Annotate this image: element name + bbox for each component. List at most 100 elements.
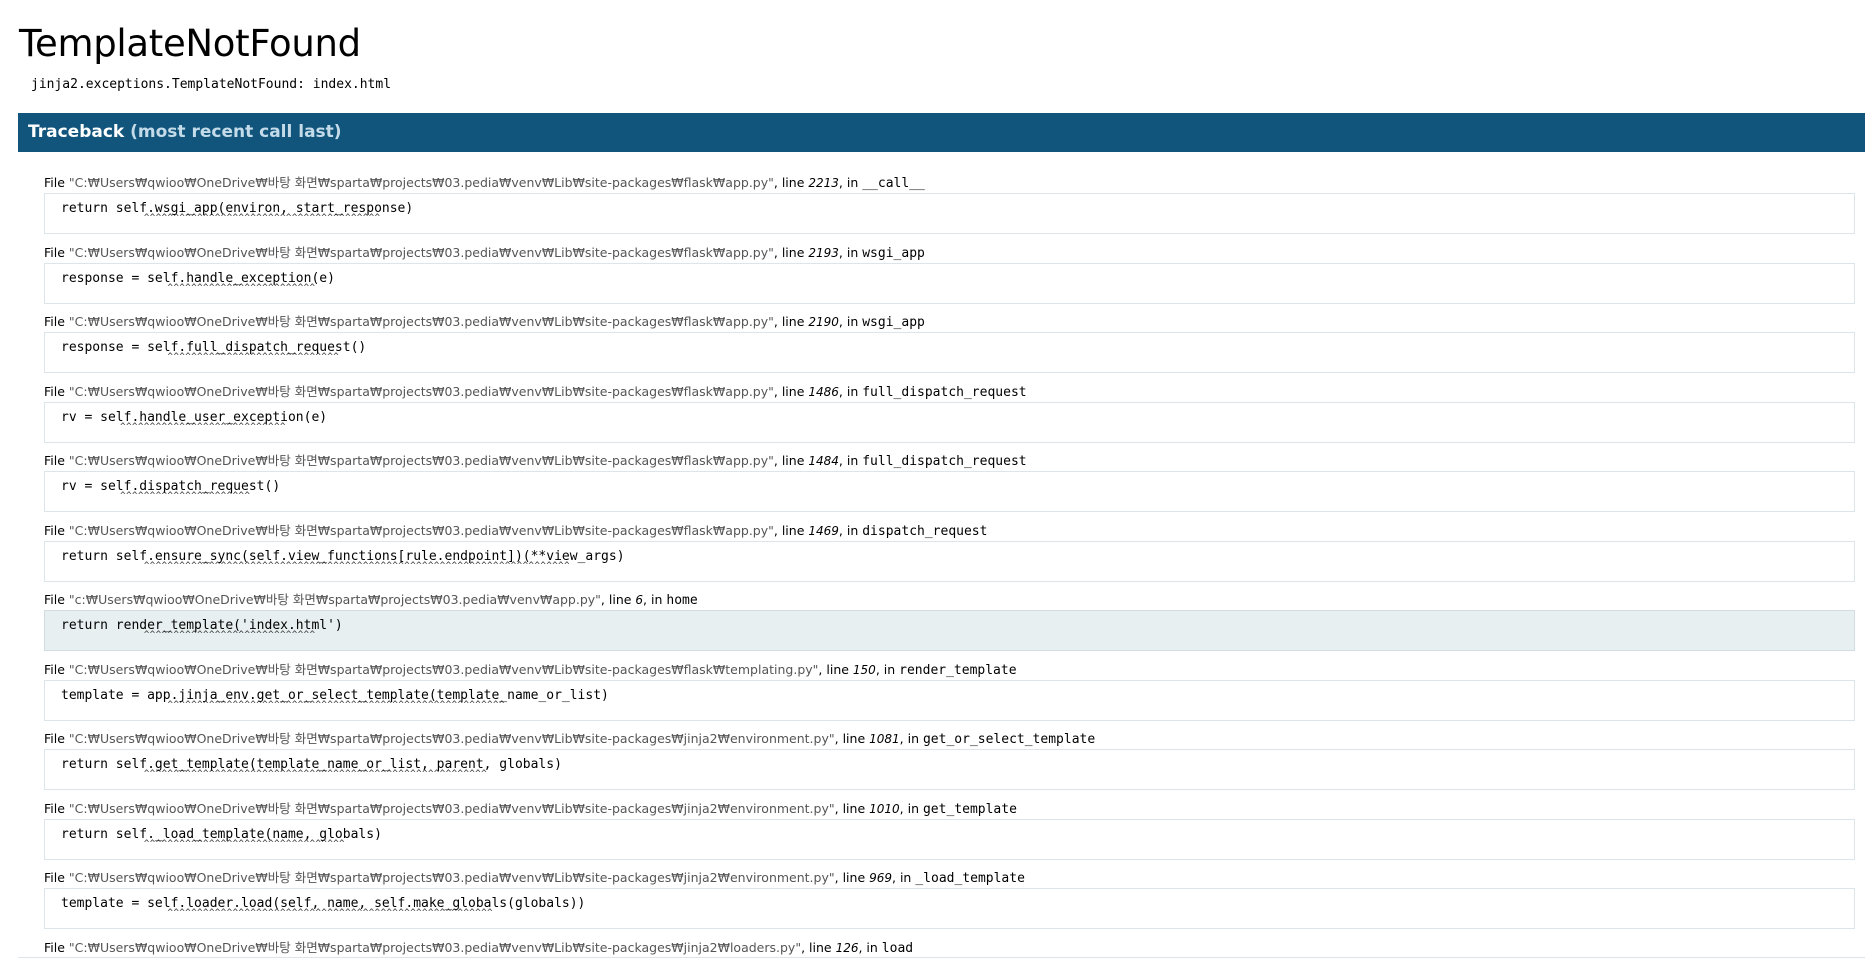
traceback-frame: File "C:₩Users₩qwioo₩OneDrive₩바탕 화면₩spar… <box>44 448 1856 518</box>
frame-location: File "C:₩Users₩qwioo₩OneDrive₩바탕 화면₩spar… <box>44 662 1017 678</box>
file-prefix: File <box>44 661 69 677</box>
function-name: full_dispatch_request <box>862 384 1027 400</box>
frame-filename[interactable]: "C:₩Users₩qwioo₩OneDrive₩바탕 화면₩sparta₩pr… <box>69 662 819 677</box>
line-label: , line <box>600 592 636 607</box>
file-prefix: File <box>44 314 69 329</box>
traceback-frame: File "C:₩Users₩qwioo₩OneDrive₩바탕 화면₩spar… <box>44 865 1856 935</box>
line-label: , line <box>773 175 809 190</box>
function-name: get_or_select_template <box>922 732 1096 747</box>
in-label: , in <box>892 870 916 885</box>
frame-location: File "C:₩Users₩qwioo₩OneDrive₩바탕 화면₩spar… <box>44 801 1017 817</box>
frame-filename[interactable]: "C:₩Users₩qwioo₩OneDrive₩바탕 화면₩sparta₩pr… <box>69 453 774 468</box>
line-number: 1469 <box>808 523 839 538</box>
traceback-frame: File "C:₩Users₩qwioo₩OneDrive₩바탕 화면₩spar… <box>44 379 1856 449</box>
source-line[interactable]: template = self.loader.load(self, name, … <box>44 888 1855 929</box>
frame-filename[interactable]: "C:₩Users₩qwioo₩OneDrive₩바탕 화면₩sparta₩pr… <box>69 940 801 955</box>
in-label: , in <box>838 314 863 329</box>
frame-filename[interactable]: "C:₩Users₩qwioo₩OneDrive₩바탕 화면₩sparta₩pr… <box>69 523 774 538</box>
file-prefix: File <box>44 870 69 885</box>
line-label: , line <box>818 661 853 677</box>
error-carets: ^^^^^^^^^^^^^^^^^^^^^^^^^^^^^^^^^^^^^^^^ <box>61 213 381 223</box>
line-number: 2190 <box>808 315 839 329</box>
source-line[interactable]: return self.get_template(template_name_o… <box>44 749 1855 790</box>
debugger-page: TemplateNotFound jinja2.exceptions.Templ… <box>0 0 1865 967</box>
frame-filename[interactable]: "C:₩Users₩qwioo₩OneDrive₩바탕 화면₩sparta₩pr… <box>69 870 835 885</box>
frame-filename[interactable]: "C:₩Users₩qwioo₩OneDrive₩바탕 화면₩sparta₩pr… <box>69 384 774 399</box>
in-label: , in <box>838 453 863 468</box>
function-name: wsgi_app <box>862 245 925 261</box>
traceback-frame: File "C:₩Users₩qwioo₩OneDrive₩바탕 화면₩spar… <box>44 170 1856 240</box>
error-message: jinja2.exceptions.TemplateNotFound: inde… <box>31 77 392 92</box>
frame-location: File "C:₩Users₩qwioo₩OneDrive₩바탕 화면₩spar… <box>44 314 925 330</box>
in-label: , in <box>858 939 882 955</box>
line-label: , line <box>801 939 836 955</box>
error-carets: ^^^^^^^^^^^^^^^^^^^^^^^^^^^^^^^^^^^^^^^^… <box>61 699 505 710</box>
line-number: 2213 <box>808 176 839 190</box>
in-label: , in <box>838 522 863 538</box>
traceback-frame: File "C:₩Users₩qwioo₩OneDrive₩바탕 화면₩spar… <box>44 796 1856 866</box>
in-label: , in <box>838 383 863 399</box>
file-prefix: File <box>44 592 69 607</box>
frame-location: File "C:₩Users₩qwioo₩OneDrive₩바탕 화면₩spar… <box>44 245 925 261</box>
file-prefix: File <box>44 522 69 538</box>
line-number: 1484 <box>808 454 839 468</box>
traceback-sub-label: (most recent call last) <box>130 122 342 142</box>
line-number: 126 <box>835 940 859 955</box>
function-name: __call__ <box>862 176 925 191</box>
error-carets: ^^^^^^^^^^^^^^^^^^^^^^^^^^^^^ <box>61 352 340 362</box>
in-label: , in <box>838 175 863 190</box>
frame-location: File "C:₩Users₩qwioo₩OneDrive₩바탕 화면₩spar… <box>44 175 925 191</box>
file-prefix: File <box>44 383 69 399</box>
traceback-label: Traceback <box>28 122 125 142</box>
source-line[interactable]: return self.ensure_sync(self.view_functi… <box>44 540 1855 582</box>
error-carets: ^^^^^^^^^^^^^^^^^^^^^^ <box>61 491 251 501</box>
in-label: , in <box>899 731 923 746</box>
traceback-header[interactable]: Traceback (most recent call last) <box>18 113 1865 152</box>
error-carets: ^^^^^^^^^^^^^^^^^^^^^^^^^^^^ <box>61 421 286 432</box>
line-label: , line <box>773 383 809 399</box>
bottom-edge <box>0 958 1865 967</box>
frame-location: File "C:₩Users₩qwioo₩OneDrive₩바탕 화면₩spar… <box>44 870 1025 886</box>
line-number: 6 <box>635 593 644 607</box>
traceback-frame: File "C:₩Users₩qwioo₩OneDrive₩바탕 화면₩spar… <box>44 518 1856 588</box>
file-prefix: File <box>44 731 69 746</box>
traceback-frame: File "C:₩Users₩qwioo₩OneDrive₩바탕 화면₩spar… <box>44 309 1856 379</box>
in-label: , in <box>838 244 863 260</box>
frame-filename[interactable]: "C:₩Users₩qwioo₩OneDrive₩바탕 화면₩sparta₩pr… <box>69 245 774 260</box>
frame-filename[interactable]: "C:₩Users₩qwioo₩OneDrive₩바탕 화면₩sparta₩pr… <box>69 314 774 329</box>
function-name: home <box>666 593 698 608</box>
frame-filename[interactable]: "c:₩Users₩qwioo₩OneDrive₩바탕 화면₩sparta₩pr… <box>69 592 601 607</box>
frame-location: File "C:₩Users₩qwioo₩OneDrive₩바탕 화면₩spar… <box>44 731 1095 747</box>
source-line[interactable]: response = self.full_dispatch_request() … <box>44 332 1855 373</box>
traceback-frame: File "C:₩Users₩qwioo₩OneDrive₩바탕 화면₩spar… <box>44 726 1856 796</box>
file-prefix: File <box>44 800 69 816</box>
source-line[interactable]: response = self.handle_exception(e) ^^^^… <box>44 262 1855 304</box>
file-prefix: File <box>44 244 69 260</box>
frame-filename[interactable]: "C:₩Users₩qwioo₩OneDrive₩바탕 화면₩sparta₩pr… <box>69 731 835 746</box>
source-line[interactable]: rv = self.dispatch_request() ^^^^^^^^^^^… <box>44 471 1855 512</box>
source-line[interactable]: template = app.jinja_env.get_or_select_t… <box>44 679 1855 721</box>
traceback-frame: File "C:₩Users₩qwioo₩OneDrive₩바탕 화면₩spar… <box>44 657 1856 727</box>
file-prefix: File <box>44 939 69 955</box>
error-carets: ^^^^^^^^^^^^^^^^^^^^^^^^^^^^^^^^^^^^^^^^… <box>61 908 494 918</box>
source-line[interactable]: return self.wsgi_app(environ, start_resp… <box>44 193 1855 234</box>
line-number: 969 <box>869 871 893 885</box>
line-label: , line <box>773 314 809 329</box>
frame-filename[interactable]: "C:₩Users₩qwioo₩OneDrive₩바탕 화면₩sparta₩pr… <box>69 175 774 190</box>
traceback-frame: File "c:₩Users₩qwioo₩OneDrive₩바탕 화면₩spar… <box>44 587 1856 657</box>
line-label: , line <box>834 731 870 746</box>
source-line[interactable]: return render_template('index.html') ^^^… <box>44 610 1855 651</box>
frame-filename[interactable]: "C:₩Users₩qwioo₩OneDrive₩바탕 화면₩sparta₩pr… <box>69 801 835 816</box>
in-label: , in <box>875 661 900 677</box>
source-line[interactable]: return self._load_template(name, globals… <box>44 818 1855 860</box>
line-number: 2193 <box>808 245 839 260</box>
function-name: full_dispatch_request <box>862 454 1027 469</box>
page-title: TemplateNotFound <box>19 22 361 65</box>
line-label: , line <box>834 870 870 885</box>
traceback-frame: File "C:₩Users₩qwioo₩OneDrive₩바탕 화면₩spar… <box>44 240 1856 310</box>
error-carets: ^^^^^^^^^^^^^^^^^^^^^^^^^^^^^^^^^^ <box>61 838 346 849</box>
function-name: wsgi_app <box>862 315 925 330</box>
line-number: 1486 <box>808 384 839 399</box>
source-line[interactable]: rv = self.handle_user_exception(e) ^^^^^… <box>44 401 1855 443</box>
frame-location: File "C:₩Users₩qwioo₩OneDrive₩바탕 화면₩spar… <box>44 523 987 539</box>
